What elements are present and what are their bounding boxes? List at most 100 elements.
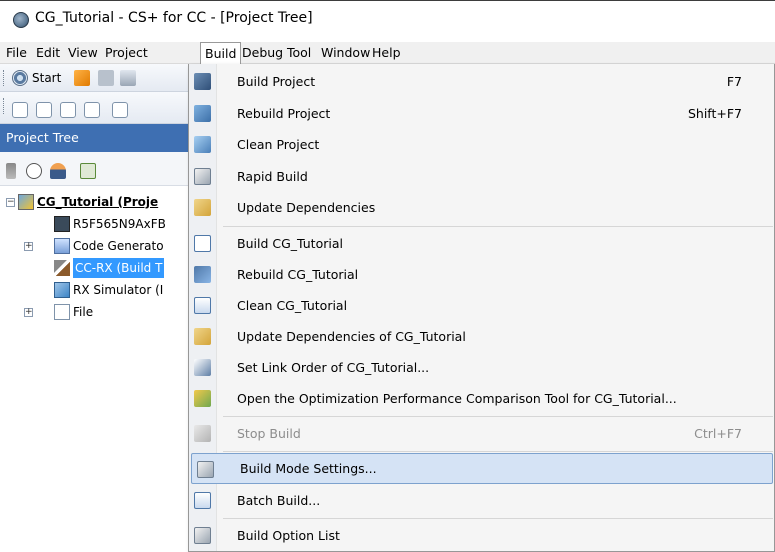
- file-icon: [54, 304, 70, 320]
- menu-item-batch-build[interactable]: Batch Build...: [189, 485, 774, 516]
- menu-bar: File Edit View Project Build Debug Tool …: [0, 42, 775, 65]
- menu-item-update-dependencies-cg-tutorial[interactable]: Update Dependencies of CG_Tutorial: [189, 321, 774, 352]
- open-folder-icon: [74, 70, 90, 86]
- menu-item-rebuild-cg-tutorial[interactable]: Rebuild CG_Tutorial: [189, 259, 774, 290]
- save-all-button[interactable]: [120, 68, 136, 88]
- tree-item-project[interactable]: − CG_Tutorial (Proje: [6, 192, 158, 212]
- tree-item-code-generator[interactable]: + Code Generato: [24, 236, 164, 256]
- menu-debug[interactable]: Debug: [238, 42, 287, 64]
- sort-icon: [6, 163, 16, 179]
- menu-item-rapid-build[interactable]: Rapid Build: [189, 161, 774, 192]
- save-button[interactable]: [98, 68, 114, 88]
- tree-item-label: RX Simulator (I: [73, 283, 164, 297]
- menu-separator: [223, 226, 773, 227]
- tree-item-build-tool[interactable]: CC-RX (Build T: [54, 258, 165, 278]
- tree-item-label: CC-RX (Build T: [73, 258, 165, 278]
- main-toolbar: Start: [0, 64, 210, 92]
- sort-button[interactable]: [6, 161, 16, 181]
- menu-item-shortcut: Shift+F7: [687, 106, 742, 121]
- hammer-icon: [54, 260, 70, 276]
- window-title: CG_Tutorial - CS+ for CC - [Project Tree…: [35, 10, 313, 26]
- comment-icon: [36, 102, 52, 118]
- window-button-1[interactable]: [12, 100, 28, 120]
- start-button[interactable]: Start: [12, 68, 61, 88]
- menu-separator: [223, 451, 773, 452]
- menu-item-set-link-order[interactable]: Set Link Order of CG_Tutorial...: [189, 352, 774, 383]
- build-project-icon: [194, 73, 211, 90]
- tree-item-file[interactable]: + File: [24, 302, 93, 322]
- menu-help[interactable]: Help: [368, 42, 405, 64]
- expand-icon[interactable]: +: [24, 307, 33, 317]
- start-icon: [12, 70, 28, 86]
- tree-item-simulator[interactable]: RX Simulator (I: [54, 280, 163, 300]
- build-menu-dropdown: Build Project F7 Rebuild Project Shift+F…: [188, 64, 775, 552]
- save-all-icon: [120, 70, 136, 86]
- window-button-3[interactable]: [60, 100, 76, 120]
- menu-item-label: Rebuild CG_Tutorial: [237, 267, 359, 282]
- menu-item-build-cg-tutorial[interactable]: Build CG_Tutorial: [189, 228, 774, 259]
- menu-project[interactable]: Project: [101, 42, 152, 64]
- toolbar-grip[interactable]: [3, 70, 6, 86]
- menu-item-rebuild-project[interactable]: Rebuild Project Shift+F7: [189, 98, 774, 129]
- rebuild-project-icon: [194, 105, 211, 122]
- open-button[interactable]: [74, 68, 90, 88]
- menu-build[interactable]: Build: [200, 42, 242, 65]
- menu-item-label: Set Link Order of CG_Tutorial...: [237, 360, 430, 375]
- collapse-icon[interactable]: −: [6, 197, 15, 207]
- menu-item-label: Open the Optimization Performance Compar…: [237, 391, 677, 406]
- window-button-4[interactable]: [84, 100, 100, 120]
- expand-icon[interactable]: +: [24, 241, 33, 251]
- stop-build-icon: [194, 425, 211, 442]
- user-button[interactable]: [50, 161, 66, 181]
- menu-item-label: Rapid Build: [237, 169, 308, 184]
- project-icon: [18, 194, 34, 210]
- menu-edit[interactable]: Edit: [32, 42, 64, 64]
- update-dependencies-icon: [194, 199, 211, 216]
- menu-item-label: Clean CG_Tutorial: [237, 298, 348, 313]
- menu-item-clean-cg-tutorial[interactable]: Clean CG_Tutorial: [189, 290, 774, 321]
- refresh-button[interactable]: [80, 161, 96, 181]
- comment-icon: [60, 102, 76, 118]
- start-label: Start: [32, 71, 62, 85]
- title-bar: CG_Tutorial - CS+ for CC - [Project Tree…: [0, 0, 775, 42]
- menu-item-label: Build CG_Tutorial: [237, 236, 343, 251]
- app-icon: [13, 12, 29, 28]
- menu-item-clean-project[interactable]: Clean Project: [189, 129, 774, 160]
- menu-item-label: Update Dependencies: [237, 200, 376, 215]
- menu-item-label: Clean Project: [237, 137, 320, 152]
- window-button-2[interactable]: [36, 100, 52, 120]
- tree-item-device[interactable]: R5F565N9AxFB: [54, 214, 166, 234]
- clean-icon: [194, 297, 211, 314]
- batch-build-icon: [194, 492, 211, 509]
- menu-item-update-dependencies[interactable]: Update Dependencies: [189, 192, 774, 223]
- build-mode-icon: [197, 461, 214, 478]
- cascade-icon: [112, 102, 128, 118]
- toolbar-grip-2[interactable]: [3, 98, 6, 114]
- tree-item-label: CG_Tutorial (Proje: [37, 195, 159, 209]
- menu-item-build-mode-settings[interactable]: Build Mode Settings...: [191, 453, 773, 484]
- menu-item-label: Rebuild Project: [237, 106, 331, 121]
- save-icon: [98, 70, 114, 86]
- tree-toolbar: [0, 152, 210, 186]
- menu-item-label: Build Project: [237, 74, 316, 89]
- link-order-icon: [194, 359, 211, 376]
- properties-button[interactable]: [26, 161, 42, 181]
- menu-file[interactable]: File: [2, 42, 31, 64]
- window-icon: [12, 102, 28, 118]
- optimization-chart-icon: [194, 390, 211, 407]
- tree-item-label: R5F565N9AxFB: [73, 217, 166, 231]
- rebuild-icon: [194, 266, 211, 283]
- menu-item-label: Build Mode Settings...: [240, 461, 377, 476]
- menu-tool[interactable]: Tool: [283, 42, 315, 64]
- menu-item-build-option-list[interactable]: Build Option List: [189, 520, 774, 551]
- window-button-5[interactable]: [112, 100, 128, 120]
- menu-window[interactable]: Window: [317, 42, 374, 64]
- menu-item-build-project[interactable]: Build Project F7: [189, 66, 774, 97]
- menu-item-shortcut: Ctrl+F7: [694, 426, 742, 441]
- menu-item-label: Update Dependencies of CG_Tutorial: [237, 329, 466, 344]
- build-icon: [194, 235, 211, 252]
- menu-item-optimization-tool[interactable]: Open the Optimization Performance Compar…: [189, 383, 774, 414]
- menu-item-stop-build[interactable]: Stop Build Ctrl+F7: [189, 418, 774, 449]
- user-icon: [50, 163, 66, 179]
- menu-view[interactable]: View: [64, 42, 102, 64]
